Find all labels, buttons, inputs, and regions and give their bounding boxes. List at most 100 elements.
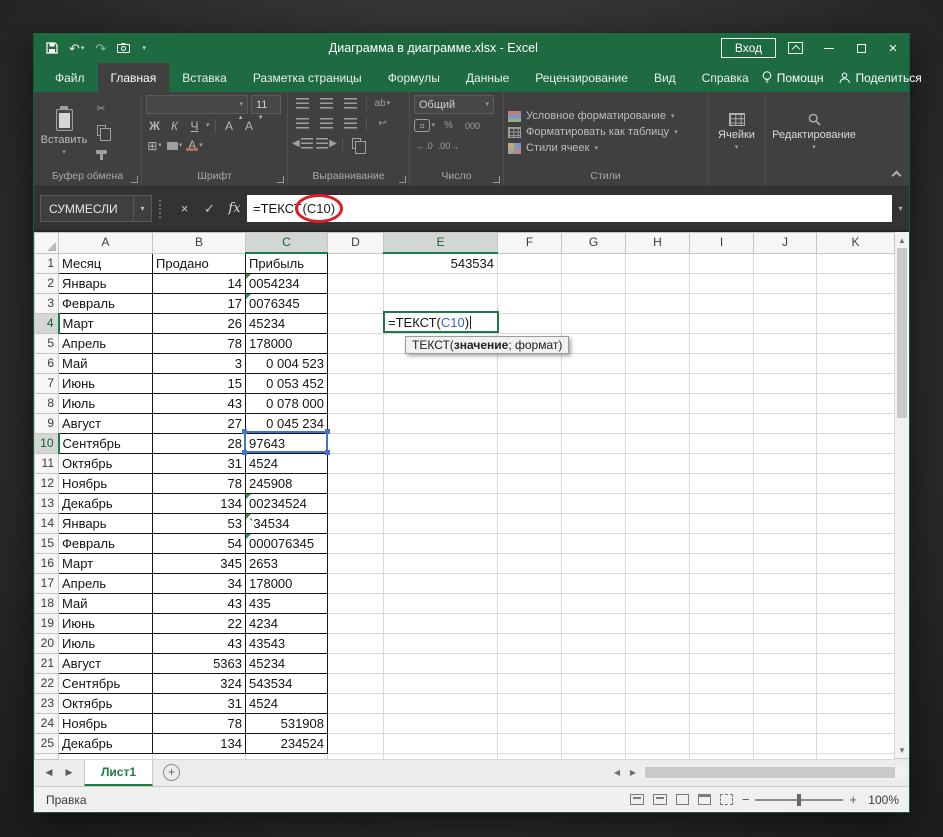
vertical-scrollbar[interactable]: ▲ ▼ <box>894 232 909 758</box>
comma-format-button[interactable]: 000 <box>462 117 483 134</box>
minimize-button[interactable] <box>813 33 845 63</box>
cell-H10[interactable] <box>625 433 690 454</box>
cell-I18[interactable] <box>689 593 754 614</box>
tab-Справка[interactable]: Справка <box>689 63 762 92</box>
zoom-level[interactable]: 100% <box>863 793 899 807</box>
cell-E1[interactable]: 543534 <box>383 252 498 274</box>
cell-K7[interactable] <box>816 373 895 394</box>
zoom-out-icon[interactable]: − <box>742 792 750 807</box>
row-header-10[interactable]: 10 <box>34 433 60 454</box>
row-header-11[interactable]: 11 <box>34 453 59 474</box>
active-cell-editor-E4[interactable]: =ТЕКСТ(C10) <box>383 311 499 333</box>
cell-C2[interactable]: 0054234 <box>245 273 328 294</box>
cell-F19[interactable] <box>497 613 562 634</box>
display-settings-icon[interactable] <box>652 794 667 805</box>
cell-E7[interactable] <box>383 373 498 394</box>
cell-J5[interactable] <box>753 333 817 354</box>
cell-I24[interactable] <box>689 713 754 734</box>
row-header-14[interactable]: 14 <box>34 513 59 534</box>
cell-A15[interactable]: Февраль <box>58 533 153 554</box>
cell-E9[interactable] <box>383 413 498 434</box>
cell-H16[interactable] <box>625 553 690 574</box>
cell-H21[interactable] <box>625 653 690 674</box>
cell-G5[interactable] <box>561 333 626 354</box>
cell-J8[interactable] <box>753 393 817 414</box>
cell-D5[interactable] <box>327 333 384 354</box>
orientation-button[interactable]: ab ▾ <box>372 95 393 112</box>
cell-H23[interactable] <box>625 693 690 714</box>
cell-H6[interactable] <box>625 353 690 374</box>
row-header-18[interactable]: 18 <box>34 593 59 614</box>
currency-format-button[interactable]: ¤ ▾ <box>414 117 435 134</box>
cell-I5[interactable] <box>689 333 754 354</box>
cell-E12[interactable] <box>383 473 498 494</box>
cell-K10[interactable] <box>816 433 895 454</box>
alignment-dialog-launcher-icon[interactable] <box>399 176 406 183</box>
assistant-tab[interactable]: Помощн <box>762 71 823 85</box>
cell-A1[interactable]: Месяц <box>58 252 153 274</box>
col-header-J[interactable]: J <box>753 232 817 254</box>
cell-G15[interactable] <box>561 533 626 554</box>
cell-F1[interactable] <box>497 252 562 274</box>
cell-C17[interactable]: 178000 <box>245 573 328 594</box>
cell-H19[interactable] <box>625 613 690 634</box>
formula-input[interactable]: =ТЕКСТ (C10) <box>247 194 892 223</box>
cell-H2[interactable] <box>625 273 690 294</box>
col-header-D[interactable]: D <box>327 232 384 254</box>
col-header-A[interactable]: A <box>58 232 153 254</box>
cell-A14[interactable]: Январь <box>58 513 153 534</box>
align-top-button[interactable] <box>292 95 313 112</box>
cell-K20[interactable] <box>816 633 895 654</box>
row-header-6[interactable]: 6 <box>34 353 59 374</box>
cell-E2[interactable] <box>383 273 498 294</box>
cell-C14[interactable]: `34534 <box>245 513 328 534</box>
cell-J3[interactable] <box>753 293 817 314</box>
cell-I1[interactable] <box>689 252 754 274</box>
cell-K21[interactable] <box>816 653 895 674</box>
align-center-button[interactable] <box>316 115 337 132</box>
cell-K8[interactable] <box>816 393 895 414</box>
cell-D3[interactable] <box>327 293 384 314</box>
cell-G12[interactable] <box>561 473 626 494</box>
cell-J16[interactable] <box>753 553 817 574</box>
cell-I9[interactable] <box>689 413 754 434</box>
cell-H13[interactable] <box>625 493 690 514</box>
cell-C4[interactable]: 45234 <box>245 313 328 334</box>
cell-B14[interactable]: 53 <box>152 513 246 534</box>
cell-J19[interactable] <box>753 613 817 634</box>
cell-C18[interactable]: 435 <box>245 593 328 614</box>
redo-icon[interactable]: ↷ <box>95 42 106 55</box>
cell-D10[interactable] <box>327 433 384 454</box>
vertical-scroll-thumb[interactable] <box>897 248 907 418</box>
format-as-table-button[interactable]: Форматировать как таблицу ▾ <box>508 126 703 138</box>
row-header-4[interactable]: 4 <box>34 313 60 334</box>
cell-H20[interactable] <box>625 633 690 654</box>
cell-C3[interactable]: 0076345 <box>245 293 328 314</box>
col-header-G[interactable]: G <box>561 232 626 254</box>
cell-K4[interactable] <box>816 313 895 334</box>
cell-A5[interactable]: Апрель <box>58 333 153 354</box>
cell-F2[interactable] <box>497 273 562 294</box>
cell-K11[interactable] <box>816 453 895 474</box>
wrap-text-button[interactable]: ↩ <box>372 115 393 132</box>
tab-Вид[interactable]: Вид <box>641 63 689 92</box>
col-header-F[interactable]: F <box>497 232 562 254</box>
cell-H1[interactable] <box>625 252 690 274</box>
cell-C20[interactable]: 43543 <box>245 633 328 654</box>
zoom-in-icon[interactable]: + <box>849 792 857 807</box>
cell-A11[interactable]: Октябрь <box>58 453 153 474</box>
cell-A23[interactable]: Октябрь <box>58 693 153 714</box>
cell-H4[interactable] <box>625 313 690 334</box>
cell-B21[interactable]: 5363 <box>152 653 246 674</box>
cell-F7[interactable] <box>497 373 562 394</box>
cell-F25[interactable] <box>497 733 562 754</box>
cell-F3[interactable] <box>497 293 562 314</box>
cell-A25[interactable]: Декабрь <box>58 733 153 754</box>
row-header-3[interactable]: 3 <box>34 293 59 314</box>
cell-G14[interactable] <box>561 513 626 534</box>
align-left-button[interactable] <box>292 115 313 132</box>
cell-K9[interactable] <box>816 413 895 434</box>
expand-formula-bar-icon[interactable]: ▾ <box>892 195 909 222</box>
cell-G9[interactable] <box>561 413 626 434</box>
cell-E24[interactable] <box>383 713 498 734</box>
